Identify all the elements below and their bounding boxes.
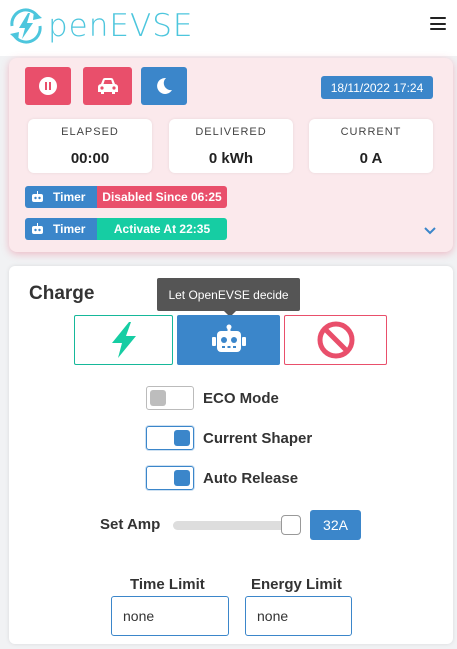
openevse-logo[interactable]: penEVSE (4, 3, 204, 49)
eco-mode-toggle[interactable] (146, 386, 194, 410)
mode-stop-button[interactable] (284, 315, 387, 365)
amp-value-badge: 32A (310, 510, 361, 540)
toggle-label: Current Shaper (203, 429, 313, 447)
charge-bolt-icon (111, 322, 136, 358)
current-shaper-toggle[interactable] (146, 426, 194, 450)
auto-release-toggle[interactable] (146, 466, 194, 490)
timer-tag: Timer (25, 218, 97, 240)
energy-limit-label: Energy Limit (251, 576, 342, 593)
hamburger-menu-button[interactable] (430, 17, 446, 30)
app-header: penEVSE (0, 0, 457, 56)
mode-auto-button[interactable] (177, 315, 280, 365)
timer-label: Timer (53, 222, 86, 236)
stat-label: CURRENT (340, 126, 402, 138)
moon-icon (157, 77, 172, 94)
stat-current: CURRENT 0 A (309, 119, 433, 173)
pause-icon (39, 77, 57, 95)
eco-mode-row: ECO Mode (146, 386, 279, 410)
logo-text: penEVSE (48, 8, 194, 44)
pause-button[interactable] (25, 67, 71, 105)
charge-card: Charge Let OpenEVSE decide ECO Mode Curr… (9, 266, 453, 644)
robot-icon (32, 191, 43, 202)
prohibited-icon (317, 321, 354, 359)
charge-title: Charge (29, 283, 95, 304)
stat-value: 0 kWh (208, 150, 254, 167)
status-card: 18/11/2022 17:24 ELAPSED 00:00 DELIVERED… (9, 58, 453, 252)
vehicle-button[interactable] (83, 67, 132, 105)
car-icon (97, 78, 118, 94)
datetime-badge: 18/11/2022 17:24 (321, 76, 433, 99)
auto-release-row: Auto Release (146, 466, 298, 490)
stat-elapsed: ELAPSED 00:00 (28, 119, 152, 173)
chevron-down-icon[interactable] (423, 226, 437, 236)
current-shaper-row: Current Shaper (146, 426, 312, 450)
stat-label: ELAPSED (61, 126, 119, 138)
energy-limit-input[interactable] (245, 596, 352, 636)
toggle-label: ECO Mode (203, 389, 279, 407)
timer-status: Activate At 22:35 (97, 218, 227, 240)
logo-bolt-icon (10, 8, 42, 44)
timer-label: Timer (53, 190, 86, 204)
robot-icon (32, 223, 43, 234)
mode-charge-button[interactable] (74, 315, 173, 365)
hamburger-icon (430, 17, 446, 19)
timer-tag: Timer (25, 186, 97, 208)
sleep-button[interactable] (141, 67, 187, 105)
robot-icon (211, 324, 246, 352)
toggle-label: Auto Release (203, 469, 299, 487)
time-limit-label: Time Limit (130, 576, 205, 593)
time-limit-input[interactable] (111, 596, 229, 636)
timer-activate-row[interactable]: Timer Activate At 22:35 (25, 218, 227, 240)
stat-label: DELIVERED (195, 126, 267, 138)
stat-value: 0 A (359, 150, 383, 167)
set-amp-label: Set Amp (100, 516, 161, 533)
amp-slider-handle[interactable] (281, 515, 301, 535)
stat-value: 00:00 (70, 150, 110, 167)
timer-status: Disabled Since 06:25 (97, 186, 227, 208)
stat-delivered: DELIVERED 0 kWh (169, 119, 293, 173)
timer-disabled-row[interactable]: Timer Disabled Since 06:25 (25, 186, 227, 208)
mode-tooltip: Let OpenEVSE decide (157, 278, 300, 317)
